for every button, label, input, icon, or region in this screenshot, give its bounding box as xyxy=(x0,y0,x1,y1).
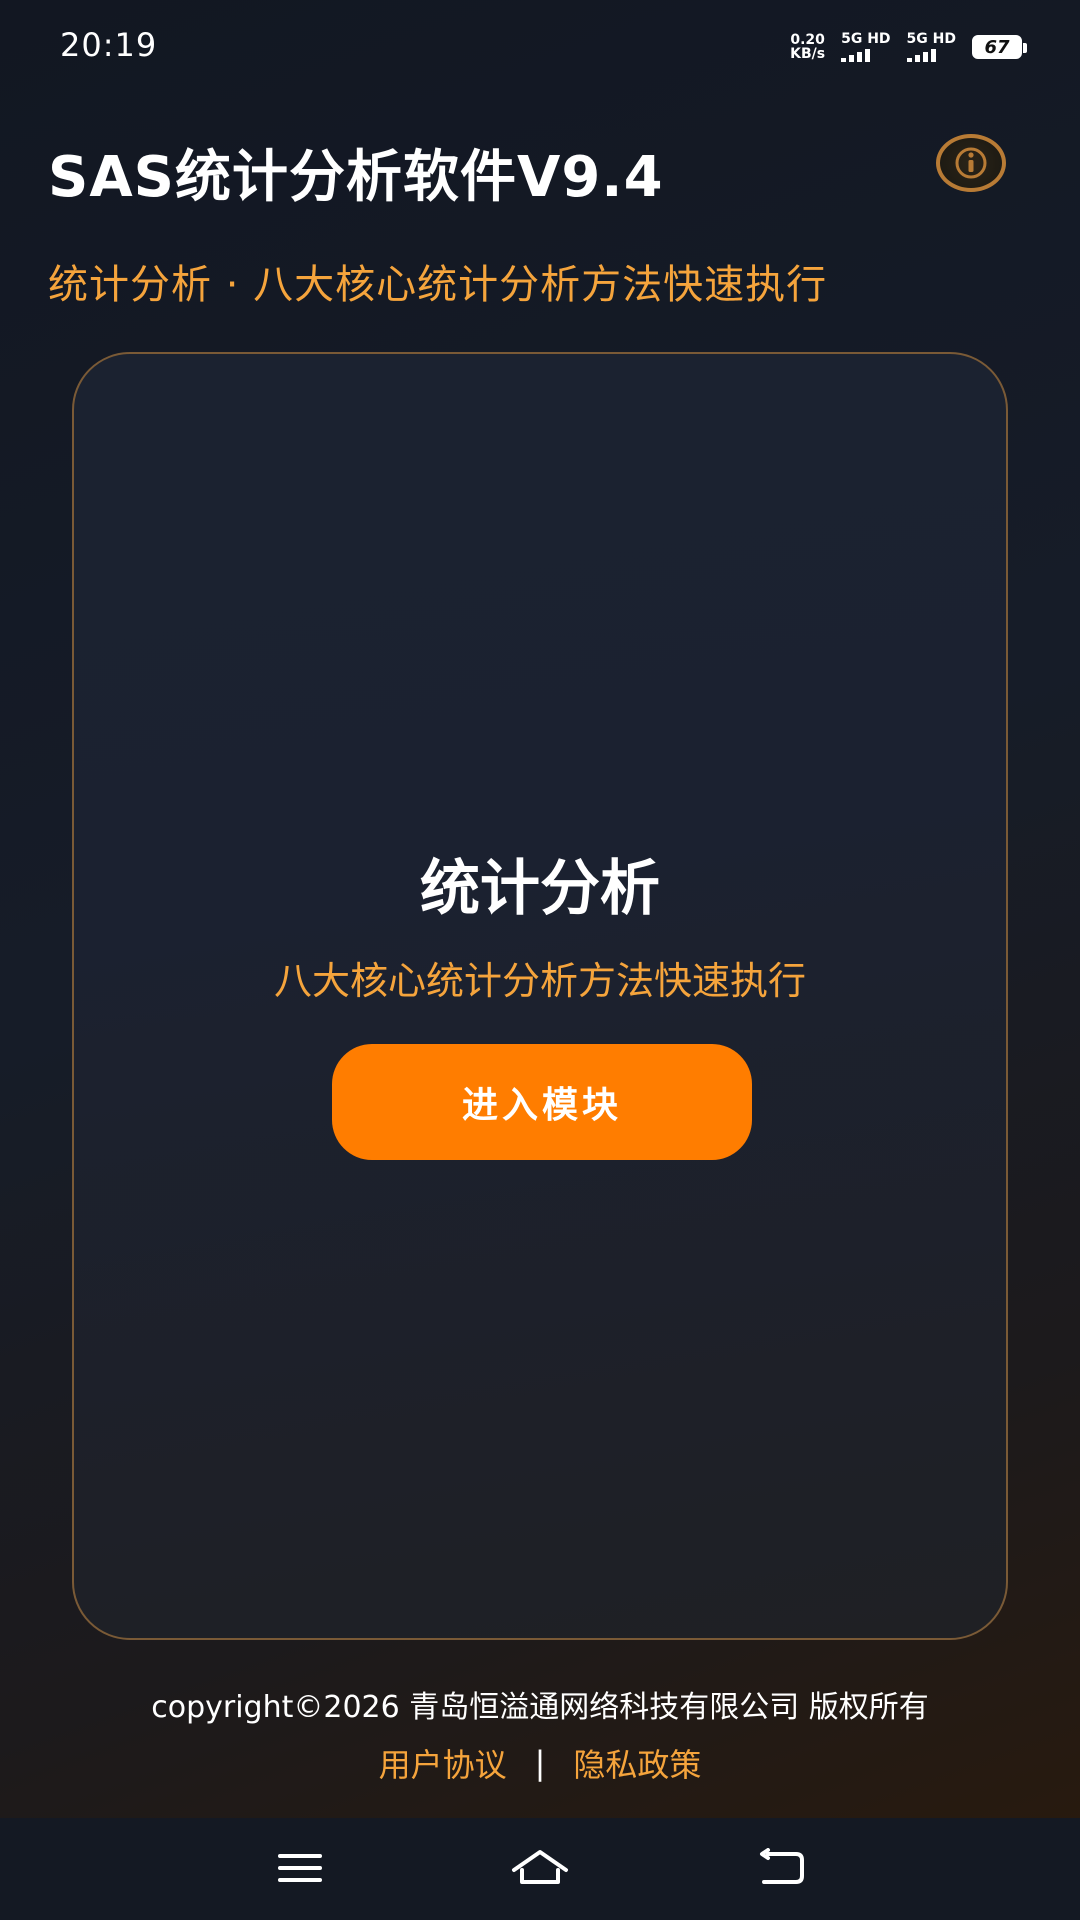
status-time: 20:19 xyxy=(60,26,158,64)
back-icon xyxy=(760,1848,804,1884)
network-speed-unit: KB/s xyxy=(790,46,826,62)
user-agreement-link[interactable]: 用户协议 xyxy=(379,1740,507,1786)
privacy-policy-link[interactable]: 隐私政策 xyxy=(573,1740,701,1786)
copyright-text: copyright©2026 青岛恒溢通网络科技有限公司 版权所有 xyxy=(151,1690,929,1725)
battery-level: 67 xyxy=(984,36,1010,58)
system-nav-bar xyxy=(0,1818,1080,1920)
battery-icon: 67 xyxy=(972,35,1027,59)
app-subtitle: 统计分析 · 八大核心统计分析方法快速执行 xyxy=(48,262,828,308)
signal-bars-icon xyxy=(906,48,936,62)
status-indicators: 0.20 KB/s 5G HD 5G HD 67 xyxy=(790,30,1027,64)
home-icon xyxy=(512,1850,568,1884)
sim2-signal: 5G HD xyxy=(906,31,956,62)
module-card: 统计分析 八大核心统计分析方法快速执行 进入模块 xyxy=(72,352,1008,1640)
network-speed: 0.20 KB/s xyxy=(790,33,825,61)
module-subtitle: 八大核心统计分析方法快速执行 xyxy=(273,959,806,1003)
link-separator: | xyxy=(534,1744,546,1782)
app-title: SAS统计分析软件V9.4 xyxy=(48,145,664,210)
status-bar: 20:19 0.20 KB/s 5G HD 5G HD 67 xyxy=(0,0,1080,96)
back-button[interactable] xyxy=(740,1838,820,1898)
menu-icon xyxy=(278,1854,322,1882)
menu-button[interactable] xyxy=(260,1838,340,1898)
info-icon xyxy=(955,147,987,179)
module-title: 统计分析 xyxy=(420,854,660,924)
enter-module-button[interactable]: 进入模块 xyxy=(332,1044,752,1160)
home-button[interactable] xyxy=(500,1838,580,1898)
signal-bars-icon xyxy=(841,48,871,62)
sim2-label: 5G HD xyxy=(906,31,956,47)
sim1-signal: 5G HD xyxy=(841,31,891,62)
info-button[interactable] xyxy=(936,134,1006,192)
network-speed-value: 0.20 xyxy=(790,32,825,48)
footer-links: 用户协议 | 隐私政策 xyxy=(0,1740,1080,1786)
sim1-label: 5G HD xyxy=(841,31,891,47)
